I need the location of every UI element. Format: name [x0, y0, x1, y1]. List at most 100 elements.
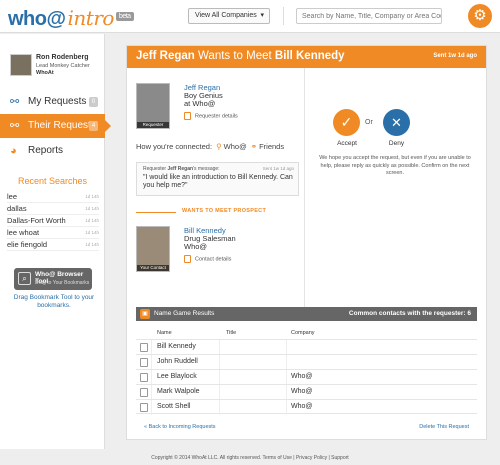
cell-divider [286, 385, 287, 400]
message-prefix: Requester [143, 166, 168, 172]
wants-to-meet-label: WANTS TO MEET PROSPECT [182, 208, 267, 214]
count-badge: 0 [89, 97, 98, 107]
sidebar-item-their-requests[interactable]: ⚯ Their Requests 4 [0, 114, 111, 138]
column-header-name: Name [157, 330, 172, 336]
recent-search-date: 1d 14h [85, 218, 99, 223]
message-date: Sent 1w 1d ago [262, 166, 294, 171]
request-sent-date: Sent 1w 1d ago [433, 53, 477, 59]
request-title: Jeff Regan Wants to Meet Bill Kennedy [136, 50, 345, 62]
deny-label: Deny [388, 140, 405, 147]
prospect-card: Your Contact Bill Kennedy Drug Salesman … [136, 226, 301, 276]
table-row[interactable]: Mark Walpole Who@ [136, 384, 477, 400]
sidebar-item-label: Reports [28, 145, 64, 156]
pie-chart-icon: ◕ [10, 145, 17, 157]
contact-details-label: Contact details [195, 256, 232, 263]
chevron-down-icon: ▾ [260, 12, 264, 19]
connection-label: How you're connected: [136, 142, 213, 151]
cell-divider [151, 340, 152, 355]
people-icon: ⚭ [250, 142, 258, 151]
recent-searches-list: lee 1d 14h dallas 1d 14h Dallas-Fort Wor… [7, 191, 99, 251]
cell-divider [219, 340, 220, 355]
network-icon: ⚯ [10, 120, 20, 132]
table-row[interactable]: Lee Blaylock Who@ [136, 369, 477, 385]
table-row[interactable]: John Ruddell [136, 354, 477, 370]
target-name-header: Bill Kennedy [274, 50, 345, 62]
requester-photo-label: Requester [137, 122, 169, 128]
recent-search-date: 1d 14h [85, 242, 99, 247]
contact-details-link[interactable]: Contact details [184, 255, 231, 263]
back-to-requests-link[interactable]: « Back to Incoming Requests [144, 424, 216, 430]
count-badge: 4 [89, 121, 98, 131]
prospect-photo[interactable]: Your Contact [136, 226, 170, 272]
cell-company: Who@ [291, 388, 313, 395]
column-header-company: Company [291, 330, 315, 336]
cell-divider [151, 400, 152, 415]
or-label: Or [365, 119, 373, 126]
requester-details-label: Requester details [195, 113, 238, 120]
requester-photo[interactable]: Requester [136, 83, 170, 129]
footer: Copyright © 2014 WhoAt LLC. All rights r… [151, 455, 349, 461]
settings-button[interactable]: ⚙ [468, 4, 492, 28]
cell-divider [151, 385, 152, 400]
name-game-header: ▣ Name Game Results Common contacts with… [136, 307, 477, 321]
recent-search-date: 1d 14h [85, 194, 99, 199]
recent-search-term: elie fiengold [7, 240, 48, 249]
name-game-icon: ▣ [140, 309, 150, 319]
bookmark-tool-button[interactable]: ⌕ Who@ Browser Tool Drag to Your Bookmar… [14, 268, 92, 290]
cell-name: Scott Shell [157, 403, 191, 410]
connection-via-2: Friends [259, 142, 285, 151]
help-text: We hope you accept the request, but even… [319, 155, 471, 176]
cell-company: Who@ [291, 403, 313, 410]
bookmark-tool-subtitle: Drag to Your Bookmarks [35, 280, 90, 286]
cell-divider [151, 355, 152, 370]
message-sender: Jeff Regan [167, 166, 194, 172]
recent-search-item[interactable]: elie fiengold 1d 14h [7, 239, 99, 251]
recent-search-item[interactable]: Dallas-Fort Worth 1d 14h [7, 215, 99, 227]
details-icon [184, 255, 191, 263]
cell-name: Lee Blaylock [157, 373, 197, 380]
name-game-title: Name Game Results [154, 310, 215, 317]
network-icon: ⚯ [10, 96, 20, 108]
message-text: "I would like an introduction to Bill Ke… [143, 174, 293, 189]
requester-message: Requester Jeff Regan's message: Sent 1w … [136, 162, 299, 196]
recent-search-item[interactable]: lee whoat 1d 14h [7, 227, 99, 239]
contact-card-icon [140, 358, 148, 367]
divider-line [136, 212, 176, 213]
recent-search-term: dallas [7, 204, 27, 213]
avatar [10, 54, 32, 76]
cell-company: Who@ [291, 373, 313, 380]
search-input[interactable] [296, 8, 442, 24]
profile-title: Lead Monkey Catcher [36, 63, 90, 69]
requester-details-link[interactable]: Requester details [184, 112, 238, 120]
delete-request-link[interactable]: Delete This Request [419, 424, 469, 430]
top-bar: who@introbeta View All Companies ▾ ⚙ [0, 0, 500, 33]
request-header: Jeff Regan Wants to Meet Bill Kennedy Se… [127, 46, 486, 68]
recent-search-term: lee whoat [7, 228, 40, 237]
table-row[interactable]: Scott Shell Who@ [136, 399, 477, 415]
table-row[interactable]: Bill Kennedy [136, 339, 477, 355]
recent-search-date: 1d 14h [85, 206, 99, 211]
user-profile[interactable]: Ron Rodenberg Lead Monkey Catcher WhoAt [10, 54, 100, 80]
sidebar-item-reports[interactable]: ◕ Reports [0, 139, 105, 163]
deny-button[interactable]: ✕ [383, 109, 410, 136]
cell-divider [286, 370, 287, 385]
beta-badge: beta [115, 12, 134, 22]
requester-company: at Who@ [184, 99, 216, 108]
cell-divider [219, 370, 220, 385]
company-select[interactable]: View All Companies ▾ [188, 8, 270, 24]
connection-via-1: Who@ [223, 142, 247, 151]
accept-button[interactable]: ✓ [333, 109, 360, 136]
checkmark-icon: ✓ [340, 114, 353, 130]
prospect-company: Who@ [184, 242, 208, 251]
sidebar-item-my-requests[interactable]: ⚯ My Requests 0 [0, 90, 105, 114]
recent-search-item[interactable]: lee 1d 14h [7, 191, 99, 203]
app-logo[interactable]: who@ intro beta [8, 6, 134, 31]
profile-name: Ron Rodenberg [36, 54, 89, 61]
column-header-title: Title [226, 330, 237, 336]
common-contacts-count: Common contacts with the requester: 6 [348, 310, 471, 317]
recent-search-term: Dallas-Fort Worth [7, 216, 66, 225]
prospect-photo-label: Your Contact [137, 265, 169, 271]
request-title-middle: Wants to Meet [194, 50, 275, 62]
accept-label: Accept [337, 140, 357, 147]
recent-search-item[interactable]: dallas 1d 14h [7, 203, 99, 215]
